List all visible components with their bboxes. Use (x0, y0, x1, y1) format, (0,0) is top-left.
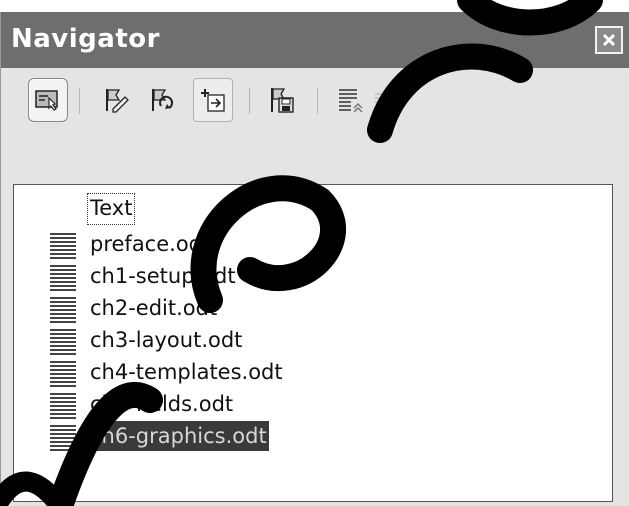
update-flag-icon (152, 89, 174, 111)
navigator-toggle-icon (35, 90, 58, 111)
document-icon (50, 297, 76, 323)
tree-item-ch5-fields[interactable]: ch5-fields.odt (44, 389, 604, 421)
tree-item-ch2-edit[interactable]: ch2-edit.odt (44, 293, 604, 325)
tree-item-ch3-layout[interactable]: ch3-layout.odt (44, 325, 604, 357)
document-icon (50, 265, 76, 291)
navigator-toolbar (21, 78, 611, 128)
toolbar-separator (317, 88, 318, 114)
tree-item-label: ch6-graphics.odt (88, 421, 269, 451)
tree-item-label: ch3-layout.odt (90, 328, 243, 352)
tree-item-ch1-setup[interactable]: ch1-setup.odt (44, 261, 604, 293)
demote-chapter-icon (339, 89, 363, 113)
promote-chapter-icon (375, 87, 399, 111)
tree-item-ch6-graphics[interactable]: ch6-graphics.odt (44, 421, 604, 453)
promote-chapter-button[interactable] (367, 78, 407, 122)
document-icon (50, 425, 76, 451)
tree-item-label: ch2-edit.odt (90, 296, 218, 320)
tree-root-label[interactable]: Text (87, 193, 136, 225)
demote-chapter-button[interactable] (331, 78, 371, 122)
document-icon (50, 233, 76, 259)
tree-item-label: ch1-setup.odt (90, 264, 236, 288)
edit-button[interactable] (95, 78, 135, 122)
tree-item-ch4-templates[interactable]: ch4-templates.odt (44, 357, 604, 389)
update-button[interactable] (141, 78, 181, 122)
save-contents-icon (271, 88, 294, 113)
insert-button[interactable] (193, 78, 233, 122)
document-icon (50, 329, 76, 355)
tree-item-label: ch4-templates.odt (90, 360, 283, 384)
title-bar[interactable]: Navigator (1, 12, 629, 68)
close-icon (602, 33, 616, 47)
tree-item-label: ch5-fields.odt (90, 392, 234, 416)
edit-flag-icon (106, 89, 129, 113)
close-button[interactable] (595, 26, 623, 54)
document-icon (50, 361, 76, 387)
toggle-navigator-button[interactable] (28, 78, 68, 122)
toolbar-separator (79, 88, 80, 114)
tree-item-preface[interactable]: preface.odt (44, 229, 604, 261)
document-icon (50, 393, 76, 419)
tree-item-label: preface.odt (90, 232, 211, 256)
window-title: Navigator (11, 24, 160, 54)
navigator-tree[interactable]: Text preface.odt ch1-setup.odt ch2-edit.… (13, 184, 613, 502)
toolbar-separator (249, 88, 250, 114)
navigator-window: Navigator Text preface.odt ch1-setup.odt… (0, 12, 629, 506)
save-contents-button[interactable] (261, 78, 301, 122)
insert-icon (201, 89, 225, 112)
